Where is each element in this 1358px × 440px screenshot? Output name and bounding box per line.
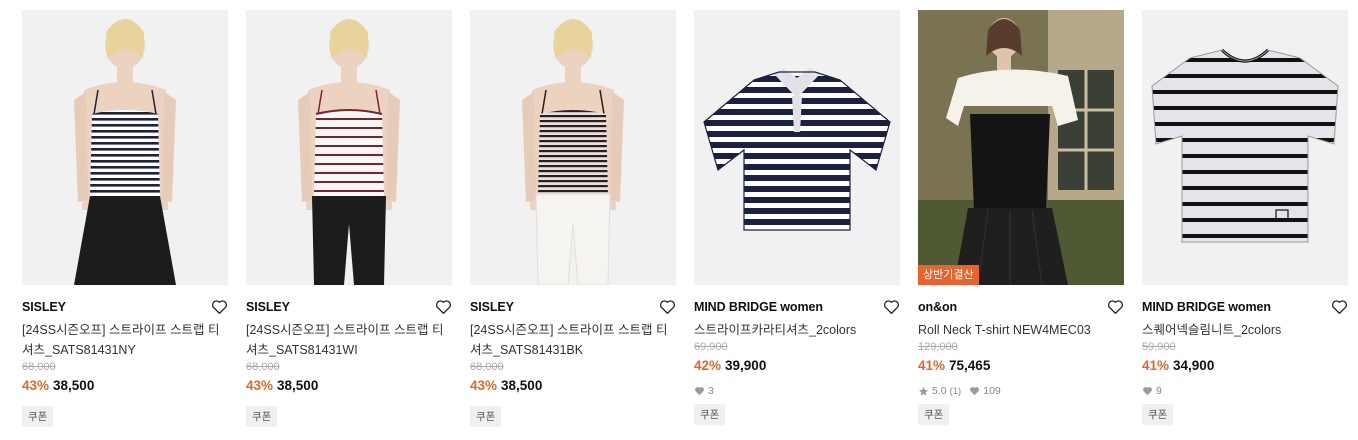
product-grid: SISLEY [24SS시즌오프] 스트라이프 스트랩 티셔츠_SATS8143… xyxy=(22,10,1348,427)
price-row: 43% 38,500 xyxy=(22,378,228,396)
sale-price: 38,500 xyxy=(53,378,95,393)
coupon-badge: 쿠폰 xyxy=(918,404,950,425)
product-image[interactable] xyxy=(694,10,900,285)
coupon-badge: 쿠폰 xyxy=(694,404,726,425)
brand-name[interactable]: MIND BRIDGE women xyxy=(1142,300,1271,314)
heart-outline-icon[interactable] xyxy=(658,298,676,316)
product-image[interactable] xyxy=(1142,10,1348,285)
coupon-badge: 쿠폰 xyxy=(1142,404,1174,425)
price-row: 41% 75,465 xyxy=(918,358,1124,376)
product-meta: 3 xyxy=(694,384,900,398)
heart-filled-icon xyxy=(695,387,704,396)
discount-rate: 41% xyxy=(918,358,946,373)
sale-price: 34,900 xyxy=(1173,358,1215,373)
discount-rate: 43% xyxy=(22,378,50,393)
review-count: (1) xyxy=(949,385,962,397)
original-price: 68,000 xyxy=(246,361,280,373)
price-row: 43% 38,500 xyxy=(246,378,452,396)
coupon-badge: 쿠폰 xyxy=(22,406,54,427)
likes-count: 109 xyxy=(983,385,1001,397)
heart-outline-icon[interactable] xyxy=(882,298,900,316)
price-row: 41% 34,900 xyxy=(1142,358,1348,376)
sale-price: 38,500 xyxy=(277,378,319,393)
promo-badge: 상반기결산 xyxy=(918,265,979,285)
original-price: 129,000 xyxy=(918,341,958,353)
product-card[interactable]: SISLEY [24SS시즌오프] 스트라이프 스트랩 티셔츠_SATS8143… xyxy=(22,10,228,427)
heart-outline-icon[interactable] xyxy=(434,298,452,316)
likes-stat: 109 xyxy=(969,385,1001,397)
heart-outline-icon[interactable] xyxy=(210,298,228,316)
product-title[interactable]: [24SS시즌오프] 스트라이프 스트랩 티셔츠_SATS81431BK xyxy=(470,320,676,360)
brand-name[interactable]: SISLEY xyxy=(470,300,514,314)
product-meta: 9 xyxy=(1142,384,1348,398)
heart-filled-icon xyxy=(1143,387,1152,396)
product-card[interactable]: MIND BRIDGE women 스퀘어넥슬림니트_2colors 59,90… xyxy=(1142,10,1348,427)
sale-price: 75,465 xyxy=(949,358,991,373)
product-card[interactable]: 상반기결산 on&on Roll Neck T-shirt NEW4MEC03 … xyxy=(918,10,1124,427)
product-title[interactable]: [24SS시즌오프] 스트라이프 스트랩 티셔츠_SATS81431WI xyxy=(246,320,452,360)
product-image[interactable] xyxy=(470,10,676,285)
price-row: 43% 38,500 xyxy=(470,378,676,396)
rating-stat: 5.0 (1) xyxy=(918,385,961,397)
discount-rate: 43% xyxy=(470,378,498,393)
coupon-badge: 쿠폰 xyxy=(246,406,278,427)
original-price: 68,000 xyxy=(22,361,56,373)
likes-stat: 9 xyxy=(1142,385,1162,397)
product-image[interactable] xyxy=(22,10,228,285)
brand-name[interactable]: SISLEY xyxy=(22,300,66,314)
heart-outline-icon[interactable] xyxy=(1330,298,1348,316)
product-image[interactable]: 상반기결산 xyxy=(918,10,1124,285)
heart-outline-icon[interactable] xyxy=(1106,298,1124,316)
product-card[interactable]: SISLEY [24SS시즌오프] 스트라이프 스트랩 티셔츠_SATS8143… xyxy=(470,10,676,427)
sale-price: 39,900 xyxy=(725,358,767,373)
discount-rate: 41% xyxy=(1142,358,1170,373)
price-row: 42% 39,900 xyxy=(694,358,900,376)
likes-count: 9 xyxy=(1156,385,1162,397)
original-price: 69,900 xyxy=(694,341,728,353)
discount-rate: 43% xyxy=(246,378,274,393)
product-image[interactable] xyxy=(246,10,452,285)
original-price: 59,900 xyxy=(1142,341,1176,353)
brand-name[interactable]: SISLEY xyxy=(246,300,290,314)
discount-rate: 42% xyxy=(694,358,722,373)
likes-count: 3 xyxy=(708,385,714,397)
likes-stat: 3 xyxy=(694,385,714,397)
product-card[interactable]: MIND BRIDGE women 스트라이프카라티셔츠_2colors 69,… xyxy=(694,10,900,427)
coupon-badge: 쿠폰 xyxy=(470,406,502,427)
star-icon xyxy=(918,386,929,396)
brand-name[interactable]: on&on xyxy=(918,300,957,314)
product-meta: 5.0 (1) 109 xyxy=(918,384,1124,398)
sale-price: 38,500 xyxy=(501,378,543,393)
heart-filled-icon xyxy=(970,387,980,396)
original-price: 68,000 xyxy=(470,361,504,373)
brand-name[interactable]: MIND BRIDGE women xyxy=(694,300,823,314)
product-card[interactable]: SISLEY [24SS시즌오프] 스트라이프 스트랩 티셔츠_SATS8143… xyxy=(246,10,452,427)
product-title[interactable]: [24SS시즌오프] 스트라이프 스트랩 티셔츠_SATS81431NY xyxy=(22,320,228,360)
rating-value: 5.0 xyxy=(932,385,947,397)
